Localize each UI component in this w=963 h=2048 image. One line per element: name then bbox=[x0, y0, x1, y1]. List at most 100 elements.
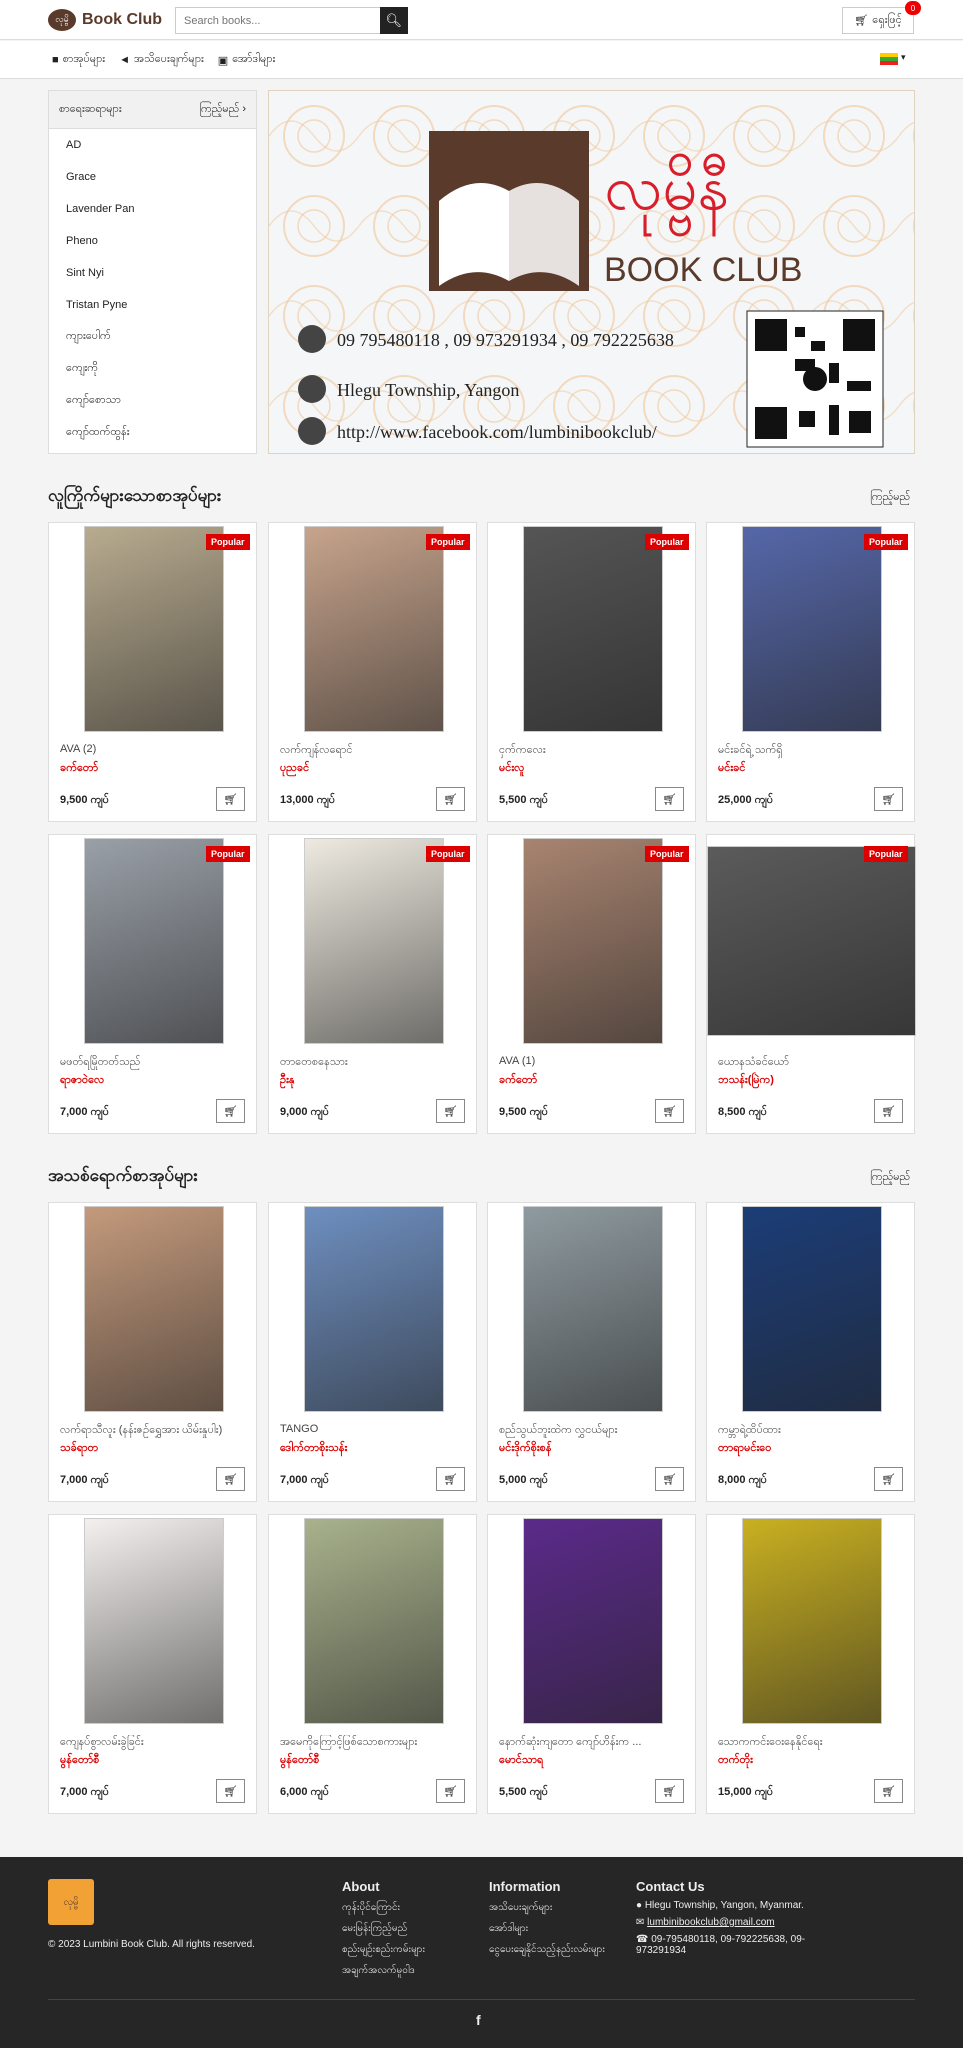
book-author[interactable]: ဒေါက်တာစိုးသန်း bbox=[280, 1441, 347, 1457]
book-card[interactable]: Popular ယောနသံခင်ယော် ဘသန်း(မြဲက) 8,500 ကျပ… bbox=[706, 834, 916, 1134]
add-to-cart-button[interactable]: 🛒︎ bbox=[874, 1099, 903, 1123]
language-flag-icon[interactable] bbox=[880, 53, 898, 65]
footer-email[interactable]: lumbinibookclub@gmail.com bbox=[647, 1917, 774, 1928]
sidebar-author-item[interactable]: ကျားပေါက် bbox=[49, 321, 256, 353]
book-title[interactable]: ကျေနပ်စွာလမ်းခွဲခြင်း bbox=[60, 1735, 250, 1751]
footer-link[interactable]: အသိပေးချက်များ bbox=[489, 1900, 605, 1915]
book-title[interactable]: စည်သွယ်ဘူးထဲက လွှငယ်များ bbox=[499, 1423, 689, 1439]
book-card[interactable]: သောကကင်းဝေးနေနိုင်ရေး တက်တိုး 15,000 ကျပ် 🛒… bbox=[706, 1514, 915, 1814]
facebook-icon[interactable]: f bbox=[476, 2012, 481, 2028]
book-card[interactable]: Popular ငှက်ကလေး မင်းလူ 5,500 ကျပ် 🛒︎ bbox=[487, 522, 696, 822]
book-title[interactable]: တာတေစနေသား bbox=[280, 1055, 470, 1071]
add-to-cart-button[interactable]: 🛒︎ bbox=[216, 787, 245, 811]
site-logo[interactable]: လုမ္ဗိ Book Club bbox=[48, 9, 162, 31]
book-cover[interactable] bbox=[488, 523, 697, 735]
add-to-cart-button[interactable]: 🛒︎ bbox=[436, 787, 465, 811]
book-title[interactable]: ငှက်ကလေး bbox=[499, 743, 689, 759]
book-cover[interactable] bbox=[269, 1203, 478, 1415]
book-title[interactable]: သောကကင်းဝေးနေနိုင်ရေး bbox=[718, 1735, 908, 1751]
book-card[interactable]: Popular မဖတ်ရမြိုတတ်သည် ရာဇာဝဲလေ 7,000 ကျပ်… bbox=[48, 834, 257, 1134]
book-author[interactable]: သခ်ရာတ bbox=[60, 1441, 98, 1457]
sidebar-author-item[interactable]: AD bbox=[49, 129, 256, 161]
book-title[interactable]: လက်ရာသီလူး (နန်းဇဉ်ရွှေအား ယိမ်းနှုပါး) bbox=[60, 1423, 250, 1439]
book-card[interactable]: စည်သွယ်ဘူးထဲက လွှငယ်များ မင်းဒိုက်စိုးစန်… bbox=[487, 1202, 696, 1502]
book-title[interactable]: မင်းခင်ရဲ့ သက်ရှိ bbox=[718, 743, 908, 759]
book-author[interactable]: မင်းလူ bbox=[499, 761, 525, 777]
book-card[interactable]: Popular AVA (1) ခက်တော် 9,500 ကျပ် 🛒︎ bbox=[487, 834, 696, 1134]
sidebar-author-item[interactable]: ကျော်စောသာ bbox=[49, 385, 256, 417]
book-card[interactable]: TANGO ဒေါက်တာစိုးသန်း 7,000 ကျပ် 🛒︎ bbox=[268, 1202, 477, 1502]
book-cover[interactable] bbox=[49, 1203, 258, 1415]
book-cover[interactable] bbox=[707, 1203, 916, 1415]
book-cover[interactable] bbox=[49, 835, 258, 1047]
add-to-cart-button[interactable]: 🛒︎ bbox=[436, 1099, 465, 1123]
add-to-cart-button[interactable]: 🛒︎ bbox=[655, 1099, 684, 1123]
footer-link[interactable]: ကုန်းပိုင်ကြောင်း bbox=[342, 1900, 425, 1915]
add-to-cart-button[interactable]: 🛒︎ bbox=[655, 1467, 684, 1491]
book-author[interactable]: ရာဇာဝဲလေ bbox=[60, 1073, 104, 1089]
book-cover[interactable] bbox=[269, 1515, 478, 1727]
sidebar-more-link[interactable]: ကြည့်မည် › bbox=[199, 102, 246, 118]
footer-link[interactable]: အော်ဒါများ bbox=[489, 1921, 605, 1936]
book-card[interactable]: လက်ရာသီလူး (နန်းဇဉ်ရွှေအား ယိမ်းနှုပါး) သ… bbox=[48, 1202, 257, 1502]
book-card[interactable]: အမေကိုကြောင့်ဖြစ်သောစကားများ မွန်တော်စီ 6,… bbox=[268, 1514, 477, 1814]
sidebar-author-item[interactable]: Lavender Pan bbox=[49, 193, 256, 225]
footer-link[interactable]: မေးမြန်းကြည့်မည် bbox=[342, 1921, 425, 1936]
book-card[interactable]: Popular လက်ကျန်လရောင် ပုညခင် 13,000 ကျပ် 🛒︎ bbox=[268, 522, 477, 822]
book-cover[interactable] bbox=[269, 835, 478, 1047]
latest-more-link[interactable]: ကြည့်မည် bbox=[870, 1170, 910, 1186]
sidebar-author-item[interactable]: ကျေးကို bbox=[49, 353, 256, 385]
sidebar-author-item[interactable]: Pheno bbox=[49, 225, 256, 257]
footer-link[interactable]: အချက်အလက်မူဝါဒ bbox=[342, 1963, 425, 1978]
book-cover[interactable] bbox=[707, 1515, 916, 1727]
book-title[interactable]: လက်ကျန်လရောင် bbox=[280, 743, 470, 759]
book-cover[interactable] bbox=[488, 1203, 697, 1415]
footer-link[interactable]: စည်းမျဉ်းစည်းကမ်းများ bbox=[342, 1942, 425, 1957]
book-cover[interactable] bbox=[488, 835, 697, 1047]
add-to-cart-button[interactable]: 🛒︎ bbox=[216, 1467, 245, 1491]
book-cover[interactable] bbox=[49, 523, 258, 735]
book-author[interactable]: ခက်တော် bbox=[499, 1073, 537, 1089]
book-cover[interactable] bbox=[707, 835, 916, 1047]
popular-more-link[interactable]: ကြည့်မည် bbox=[870, 490, 910, 506]
add-to-cart-button[interactable]: 🛒︎ bbox=[655, 1779, 684, 1803]
book-card[interactable]: နောက်ဆုံးကျတော ကျော်ဟိန်းက ... မောင်သာရ 5,… bbox=[487, 1514, 696, 1814]
book-title[interactable]: ယောနသံခင်ယော် bbox=[718, 1055, 908, 1071]
sidebar-author-item[interactable]: Sint Nyi bbox=[49, 257, 256, 289]
sidebar-author-item[interactable]: Grace bbox=[49, 161, 256, 193]
book-title[interactable]: အမေကိုကြောင့်ဖြစ်သောစကားများ bbox=[280, 1735, 470, 1751]
add-to-cart-button[interactable]: 🛒︎ bbox=[874, 787, 903, 811]
book-author[interactable]: ခက်တော် bbox=[60, 761, 98, 777]
book-cover[interactable] bbox=[707, 523, 916, 735]
sidebar-author-item[interactable]: ကျော်ထက်ထွန်း bbox=[49, 417, 256, 449]
book-author[interactable]: မွန်တော်စီ bbox=[280, 1753, 319, 1769]
book-title[interactable]: မဖတ်ရမြိုတတ်သည် bbox=[60, 1055, 250, 1071]
book-author[interactable]: မင်းခင် bbox=[718, 761, 745, 777]
book-author[interactable]: တာရာမင်းဝေ bbox=[718, 1441, 771, 1457]
book-title[interactable]: TANGO bbox=[280, 1423, 470, 1435]
book-author[interactable]: မောင်သာရ bbox=[499, 1753, 543, 1769]
sidebar-author-item[interactable]: Tristan Pyne bbox=[49, 289, 256, 321]
book-card[interactable]: Popular မင်းခင်ရဲ့ သက်ရှိ မင်းခင် 25,000 ကျ… bbox=[706, 522, 915, 822]
book-title[interactable]: နောက်ဆုံးကျတော ကျော်ဟိန်းက ... bbox=[499, 1735, 689, 1751]
book-cover[interactable] bbox=[269, 523, 478, 735]
book-author[interactable]: တက်တိုး bbox=[718, 1753, 753, 1769]
footer-link[interactable]: ငွေပေးချေနိုင်သည့်နည်းလမ်းများ bbox=[489, 1942, 605, 1957]
search-input[interactable] bbox=[175, 7, 380, 34]
book-cover[interactable] bbox=[49, 1515, 258, 1727]
add-to-cart-button[interactable]: 🛒︎ bbox=[655, 787, 684, 811]
book-card[interactable]: ကျေနပ်စွာလမ်းခွဲခြင်း မွန်တော်စီ 7,000 ကျပ… bbox=[48, 1514, 257, 1814]
book-title[interactable]: ကမ္ဘာရဲ့ထိပ်ထား bbox=[718, 1423, 908, 1439]
book-title[interactable]: AVA (2) bbox=[60, 743, 250, 755]
chevron-down-icon[interactable]: ▾ bbox=[901, 52, 906, 63]
add-to-cart-button[interactable]: 🛒︎ bbox=[436, 1779, 465, 1803]
search-button[interactable]: 🔍︎ bbox=[380, 7, 408, 34]
footer-logo[interactable]: လုမ္ဗိ bbox=[48, 1879, 94, 1925]
book-card[interactable]: Popular တာတေစနေသား ဦးနု 9,000 ကျပ် 🛒︎ bbox=[268, 834, 477, 1134]
add-to-cart-button[interactable]: 🛒︎ bbox=[874, 1467, 903, 1491]
add-to-cart-button[interactable]: 🛒︎ bbox=[874, 1779, 903, 1803]
cart-button[interactable]: 🛒︎ ရှေးဖြင့် bbox=[842, 7, 914, 34]
nav-item-books[interactable]: ■ စာအုပ်များ bbox=[52, 52, 105, 68]
book-card[interactable]: ကမ္ဘာရဲ့ထိပ်ထား တာရာမင်းဝေ 8,000 ကျပ် 🛒︎ bbox=[706, 1202, 915, 1502]
add-to-cart-button[interactable]: 🛒︎ bbox=[216, 1779, 245, 1803]
